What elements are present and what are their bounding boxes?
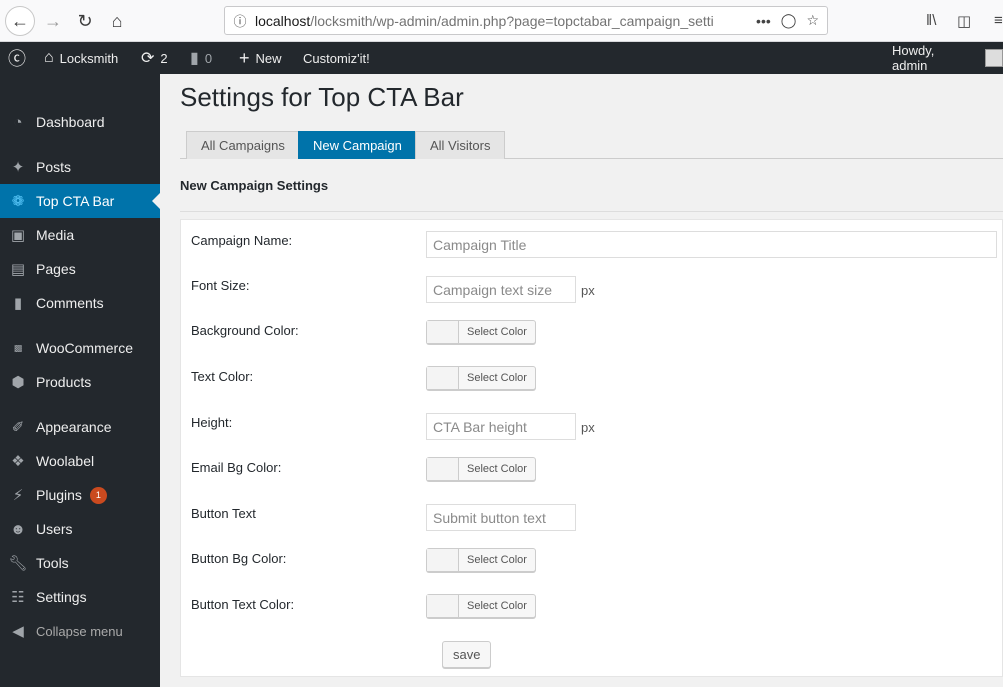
arrow-left-icon: ← xyxy=(11,10,29,31)
info-icon[interactable]: ⓘ xyxy=(225,11,255,30)
page-title: Settings for Top CTA Bar xyxy=(180,82,464,112)
campaign-name-input[interactable] xyxy=(426,231,997,258)
sidebar-item-appearance[interactable]: ✐ Appearance xyxy=(0,410,160,444)
url-text[interactable]: localhost/locksmith/wp-admin/admin.php?p… xyxy=(255,13,756,29)
tab-new-campaign[interactable]: New Campaign xyxy=(298,131,417,159)
plugins-update-badge: 1 xyxy=(89,486,107,504)
updates-link[interactable]: ⟳ 2 xyxy=(141,42,168,74)
wp-admin-bar: ⓒ ⌂ Locksmith ⟳ 2 ▮ 0 + New Customiz'it!… xyxy=(0,42,1003,74)
sidebar-item-users[interactable]: ☻ Users xyxy=(0,512,160,546)
text-color-label: Text Color: xyxy=(191,369,254,384)
sidebar-item-woocommerce[interactable]: ▩ WooCommerce xyxy=(0,331,160,365)
forward-button[interactable]: → xyxy=(38,6,68,36)
home-button[interactable]: ⌂ xyxy=(102,6,132,36)
color-swatch xyxy=(427,458,459,480)
plug-icon: ⚡ xyxy=(12,487,24,504)
button-bg-color-label: Button Bg Color: xyxy=(191,551,287,566)
text-color-picker[interactable]: Select Color xyxy=(426,366,536,390)
save-button[interactable]: save xyxy=(442,641,492,668)
button-bg-color-picker[interactable]: Select Color xyxy=(426,548,536,572)
comments-link[interactable]: ▮ 0 xyxy=(190,42,212,74)
sidebar-item-tools[interactable]: 🔧︎ Tools xyxy=(0,546,160,580)
home-icon: ⌂ xyxy=(111,10,123,31)
back-button[interactable]: ← xyxy=(5,6,35,36)
pocket-icon[interactable]: ◯ xyxy=(781,12,797,29)
comment-icon: ▮ xyxy=(190,50,199,67)
height-label: Height: xyxy=(191,415,233,430)
plugin-logo-icon: ❁ xyxy=(11,193,25,210)
divider xyxy=(180,211,1003,212)
woo-icon: ▩ xyxy=(13,342,23,353)
email-bg-color-label: Email Bg Color: xyxy=(191,460,282,475)
brush-icon: ✐ xyxy=(11,419,25,436)
background-color-label: Background Color: xyxy=(191,323,299,338)
sidebar-item-posts[interactable]: ✦ Posts xyxy=(0,150,160,184)
sidebar-item-plugins[interactable]: ⚡ Plugins 1 xyxy=(0,478,160,512)
arrow-right-icon: → xyxy=(44,10,62,31)
tab-all-campaigns[interactable]: All Campaigns xyxy=(186,131,300,159)
background-color-picker[interactable]: Select Color xyxy=(426,320,536,344)
color-swatch xyxy=(427,549,459,571)
height-unit: px xyxy=(581,420,595,435)
plus-icon: + xyxy=(239,47,250,68)
home-icon: ⌂ xyxy=(44,49,54,66)
color-swatch xyxy=(427,595,459,617)
wp-logo-button[interactable]: ⓒ xyxy=(8,42,26,74)
sidebar-item-top-cta-bar[interactable]: ❁ Top CTA Bar xyxy=(0,184,160,218)
section-heading: New Campaign Settings xyxy=(180,178,329,193)
sidebar-item-comments[interactable]: ▮ Comments xyxy=(0,286,160,320)
font-size-input[interactable] xyxy=(426,276,576,303)
star-icon[interactable]: ☆ xyxy=(806,12,819,29)
height-input[interactable] xyxy=(426,413,576,440)
dashboard-icon: ◔ xyxy=(13,113,23,131)
wordpress-logo-icon: ⓒ xyxy=(8,49,26,69)
sidebar-item-settings[interactable]: ☷ Settings xyxy=(0,580,160,614)
tag-icon: ❖ xyxy=(11,453,25,470)
updates-icon: ⟳ xyxy=(141,50,155,67)
button-text-input[interactable] xyxy=(426,504,576,531)
comment-icon: ▮ xyxy=(13,295,23,312)
menu-icon[interactable]: ≡ xyxy=(994,12,1003,29)
sidebar-item-media[interactable]: ▣ Media xyxy=(0,218,160,252)
library-icon[interactable]: ‖\ xyxy=(926,12,936,29)
settings-icon: ☷ xyxy=(11,589,25,606)
new-content-link[interactable]: + New xyxy=(239,42,282,74)
my-account-link[interactable]: Howdy, admin xyxy=(892,42,1003,74)
sidebar-item-woolabel[interactable]: ❖ Woolabel xyxy=(0,444,160,478)
browser-toolbar: ← → ↻ ⌂ ⓘ localhost/locksmith/wp-admin/a… xyxy=(0,0,1003,42)
tab-all-visitors[interactable]: All Visitors xyxy=(415,131,506,159)
customize-link[interactable]: Customiz'it! xyxy=(303,42,370,74)
user-icon: ☻ xyxy=(10,520,26,538)
collapse-menu-button[interactable]: ◀ Collapse menu xyxy=(0,614,160,648)
wrench-icon: 🔧︎ xyxy=(8,555,28,572)
box-icon: ⬢ xyxy=(11,374,25,391)
ellipsis-icon[interactable]: ••• xyxy=(756,13,771,29)
font-size-label: Font Size: xyxy=(191,278,250,293)
avatar xyxy=(985,49,1003,67)
admin-sidebar: ◔ Dashboard ✦ Posts ❁ Top CTA Bar ▣ Media ▤ P… xyxy=(0,74,160,687)
sidebar-item-dashboard[interactable]: ◔ Dashboard xyxy=(0,105,160,139)
sidebar-item-pages[interactable]: ▤ Pages xyxy=(0,252,160,286)
pages-icon: ▤ xyxy=(10,261,26,278)
button-text-color-label: Button Text Color: xyxy=(191,597,295,612)
sidebar-item-products[interactable]: ⬢ Products xyxy=(0,365,160,399)
font-size-unit: px xyxy=(581,283,595,298)
campaign-name-label: Campaign Name: xyxy=(191,233,293,248)
color-swatch xyxy=(427,321,459,343)
collapse-icon: ◀ xyxy=(12,623,24,640)
button-text-label: Button Text xyxy=(191,506,256,521)
reload-button[interactable]: ↻ xyxy=(70,6,100,36)
button-text-color-picker[interactable]: Select Color xyxy=(426,594,536,618)
site-name-link[interactable]: ⌂ Locksmith xyxy=(44,42,118,74)
email-bg-color-picker[interactable]: Select Color xyxy=(426,457,536,481)
pin-icon: ✦ xyxy=(11,159,25,176)
reload-icon: ↻ xyxy=(77,10,93,31)
media-icon: ▣ xyxy=(10,227,26,244)
sidebar-toggle-icon[interactable]: ◫ xyxy=(957,12,971,30)
color-swatch xyxy=(427,367,459,389)
tab-bar: All Campaigns New Campaign All Visitors xyxy=(180,131,1003,159)
url-bar[interactable]: ⓘ localhost/locksmith/wp-admin/admin.php… xyxy=(224,6,828,35)
